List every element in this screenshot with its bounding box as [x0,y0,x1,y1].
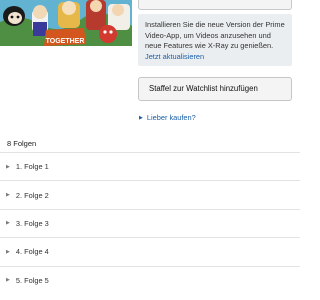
episode-count-heading: 8 Folgen [7,139,37,148]
episode-title: 2. Folge 2 [15,190,49,200]
episode-title: 4. Folge 4 [15,247,49,257]
watchlist-button-label: Staffel zur Watchlist hinzufügen [149,84,258,93]
expand-triangle-icon: ▶ [6,192,10,199]
expand-triangle-icon: ▶ [6,248,10,255]
prime-app-update-notice: Installieren Sie die neue Version der Pr… [138,14,292,66]
cover-artwork: TOGETHER [0,0,132,46]
add-season-to-watchlist-button[interactable]: Staffel zur Watchlist hinzufügen [138,77,292,101]
cover-title-text: TOGETHER [46,38,85,45]
episode-row[interactable]: ▶ 2. Folge 2 [0,180,300,208]
episode-title: 3. Folge 3 [15,218,49,228]
episode-row[interactable]: ▶ 5. Folge 5 [0,265,300,294]
episode-list: ▶ 1. Folge 1 ▶ 2. Folge 2 ▶ 3. Folge 3 ▶… [0,152,300,294]
expand-triangle-icon: ▶ [6,163,10,170]
episode-row[interactable]: ▶ 1. Folge 1 [0,152,300,180]
episode-row[interactable]: ▶ 3. Folge 3 [0,208,300,237]
notice-text: Installieren Sie die neue Version der Pr… [145,20,285,50]
expand-triangle-icon: ▶ [6,277,10,284]
play-button-partial[interactable] [138,0,292,10]
update-now-link[interactable]: Jetzt aktualisieren [145,52,204,61]
season-cover-image[interactable]: TOGETHER [0,0,132,46]
buy-link-label: Lieber kaufen? [146,113,196,122]
episode-title: 1. Folge 1 [15,162,49,172]
episode-title: 5. Folge 5 [15,275,49,285]
chevron-right-icon: ▶ [139,115,143,121]
buy-link[interactable]: ▶ Lieber kaufen? [139,112,196,124]
episode-row[interactable]: ▶ 4. Folge 4 [0,237,300,265]
expand-triangle-icon: ▶ [6,220,10,227]
